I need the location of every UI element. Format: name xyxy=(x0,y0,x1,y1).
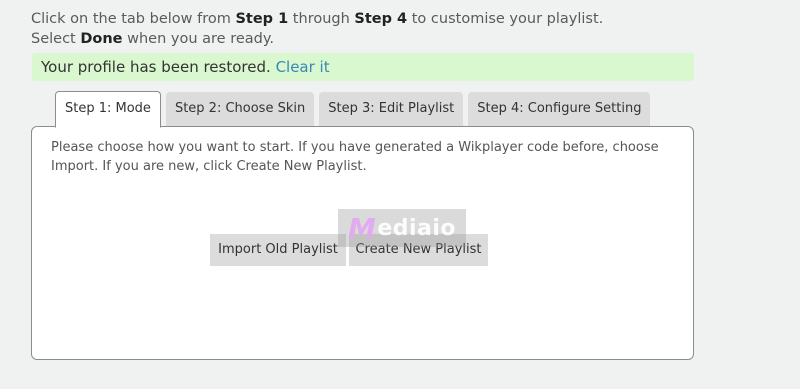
notice-message: Your profile has been restored. xyxy=(41,58,271,76)
clear-it-link[interactable]: Clear it xyxy=(276,58,330,76)
tab-step-1-mode[interactable]: Step 1: Mode xyxy=(55,91,161,128)
restore-notice: Your profile has been restored. Clear it xyxy=(32,53,694,81)
intro-text-part: Select xyxy=(31,31,81,47)
intro-step-first: Step 1 xyxy=(235,11,289,27)
step-tabs: Step 1: Mode Step 2: Choose Skin Step 3:… xyxy=(55,91,655,128)
intro-text-part: Click on the tab below from xyxy=(31,11,236,27)
intro-text-part: when you are ready. xyxy=(122,31,274,47)
tab-step-4-configure-setting[interactable]: Step 4: Configure Setting xyxy=(468,92,651,127)
intro-text: Click on the tab below from Step 1 throu… xyxy=(31,9,603,49)
tab-step-2-choose-skin[interactable]: Step 2: Choose Skin xyxy=(165,92,315,127)
intro-step-last: Step 4 xyxy=(354,11,408,27)
intro-line-2: Select Done when you are ready. xyxy=(31,29,603,49)
intro-text-part: to customise your playlist. xyxy=(407,11,604,27)
intro-line-1: Click on the tab below from Step 1 throu… xyxy=(31,9,603,29)
intro-done-word: Done xyxy=(80,31,123,47)
tab-step-3-edit-playlist[interactable]: Step 3: Edit Playlist xyxy=(319,92,464,127)
create-new-playlist-button[interactable]: Create New Playlist xyxy=(349,234,488,266)
mode-instructions: Please choose how you want to start. If … xyxy=(51,140,659,174)
intro-text-part: through xyxy=(288,11,355,27)
mode-panel: Please choose how you want to start. If … xyxy=(31,126,694,360)
import-old-playlist-button[interactable]: Import Old Playlist xyxy=(210,234,346,266)
